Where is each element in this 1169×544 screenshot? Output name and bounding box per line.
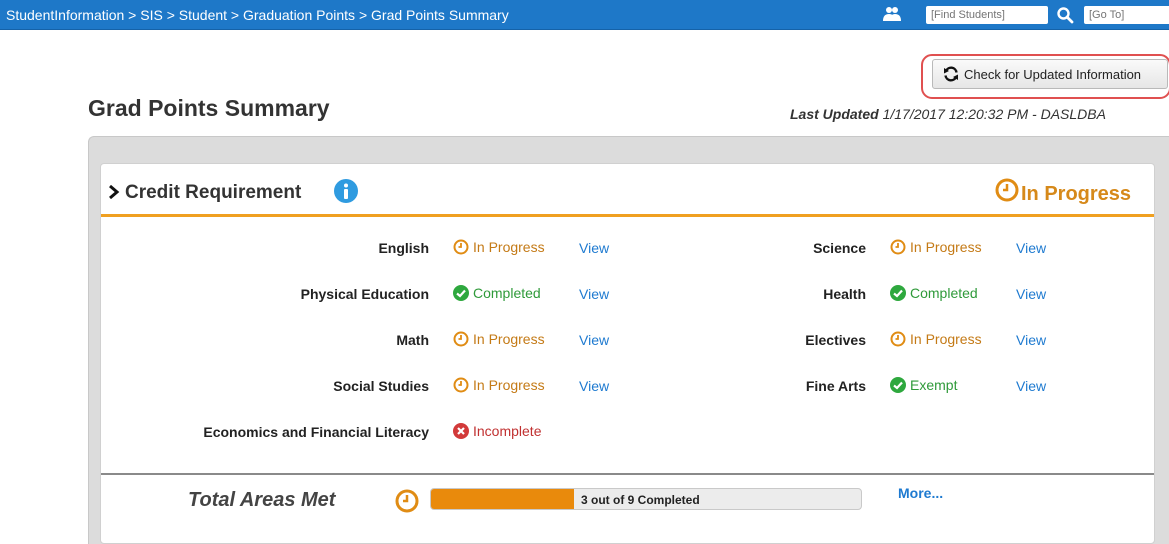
credit-requirement-panel: Credit Requirement In Progress English In… bbox=[100, 163, 1155, 544]
status-text: In Progress bbox=[910, 239, 982, 255]
status-text: Completed bbox=[473, 285, 541, 301]
status-text: In Progress bbox=[910, 331, 982, 347]
check-circle-icon bbox=[453, 285, 469, 301]
progress-bar: 3 out of 9 Completed bbox=[430, 488, 862, 510]
total-areas-label: Total Areas Met bbox=[188, 489, 336, 511]
panel-header[interactable]: Credit Requirement In Progress bbox=[101, 164, 1154, 217]
requirement-label-fine-arts: Fine Arts bbox=[805, 378, 866, 394]
clock-icon bbox=[995, 178, 1019, 202]
goto-input[interactable] bbox=[1084, 6, 1169, 24]
progress-text: 3 out of 9 Completed bbox=[581, 493, 700, 507]
requirement-label-social-studies: Social Studies bbox=[333, 378, 429, 394]
progress-fill bbox=[431, 489, 575, 509]
refresh-label: Check for Updated Information bbox=[964, 66, 1142, 82]
clock-icon bbox=[890, 239, 906, 255]
clock-icon bbox=[395, 489, 419, 513]
requirement-status-economics-and-financial-literacy: Incomplete bbox=[453, 423, 541, 439]
chevron-right-icon[interactable] bbox=[108, 185, 120, 199]
requirement-status-science: In Progress bbox=[890, 239, 982, 255]
requirement-status-physical-education: Completed bbox=[453, 285, 541, 301]
requirement-status-health: Completed bbox=[890, 285, 978, 301]
requirement-status-fine-arts: Exempt bbox=[890, 377, 957, 393]
view-link-science[interactable]: View bbox=[1016, 240, 1046, 256]
requirement-status-english: In Progress bbox=[453, 239, 545, 255]
view-link-math[interactable]: View bbox=[579, 332, 609, 348]
clock-icon bbox=[890, 331, 906, 347]
people-icon[interactable] bbox=[883, 6, 901, 22]
status-text: In Progress bbox=[473, 239, 545, 255]
clock-icon bbox=[453, 377, 469, 393]
requirement-label-economics-and-financial-literacy: Economics and Financial Literacy bbox=[203, 424, 429, 440]
page-title: Grad Points Summary bbox=[88, 95, 330, 121]
view-link-health[interactable]: View bbox=[1016, 286, 1046, 302]
overall-status: In Progress bbox=[1021, 183, 1132, 205]
requirement-label-electives: Electives bbox=[805, 332, 866, 348]
panel-title: Credit Requirement bbox=[125, 182, 302, 203]
requirement-label-health: Health bbox=[823, 286, 866, 302]
divider bbox=[101, 473, 1154, 475]
requirement-label-physical-education: Physical Education bbox=[300, 286, 429, 302]
check-circle-icon bbox=[890, 377, 906, 393]
view-link-social-studies[interactable]: View bbox=[579, 378, 609, 394]
status-text: Incomplete bbox=[473, 423, 542, 439]
requirement-label-science: Science bbox=[813, 240, 866, 256]
requirement-label-math: Math bbox=[396, 332, 429, 348]
status-text: In Progress bbox=[473, 331, 545, 347]
view-link-english[interactable]: View bbox=[579, 240, 609, 256]
breadcrumb[interactable]: StudentInformation > SIS > Student > Gra… bbox=[6, 7, 509, 23]
view-link-fine-arts[interactable]: View bbox=[1016, 378, 1046, 394]
status-text: Completed bbox=[910, 285, 978, 301]
clock-icon bbox=[453, 239, 469, 255]
check-circle-icon bbox=[890, 285, 906, 301]
view-link-electives[interactable]: View bbox=[1016, 332, 1046, 348]
status-text: In Progress bbox=[473, 377, 545, 393]
clock-icon bbox=[453, 331, 469, 347]
status-text: Exempt bbox=[910, 377, 958, 393]
last-updated: Last Updated 1/17/2017 12:20:32 PM - DAS… bbox=[790, 106, 1106, 122]
requirement-label-english: English bbox=[378, 240, 429, 256]
x-circle-icon bbox=[453, 423, 469, 439]
last-updated-value: 1/17/2017 12:20:32 PM - DASLDBA bbox=[882, 106, 1106, 122]
requirement-status-social-studies: In Progress bbox=[453, 377, 545, 393]
refresh-icon bbox=[944, 66, 958, 82]
top-nav-bar: StudentInformation > SIS > Student > Gra… bbox=[0, 0, 1169, 30]
requirement-status-electives: In Progress bbox=[890, 331, 982, 347]
search-icon[interactable] bbox=[1056, 6, 1074, 24]
find-students-input[interactable] bbox=[926, 6, 1048, 24]
check-updated-info-button[interactable]: Check for Updated Information bbox=[932, 59, 1168, 89]
info-icon[interactable] bbox=[333, 178, 359, 204]
requirement-status-math: In Progress bbox=[453, 331, 545, 347]
more-link[interactable]: More... bbox=[898, 485, 943, 501]
last-updated-label: Last Updated bbox=[790, 106, 879, 122]
view-link-physical-education[interactable]: View bbox=[579, 286, 609, 302]
